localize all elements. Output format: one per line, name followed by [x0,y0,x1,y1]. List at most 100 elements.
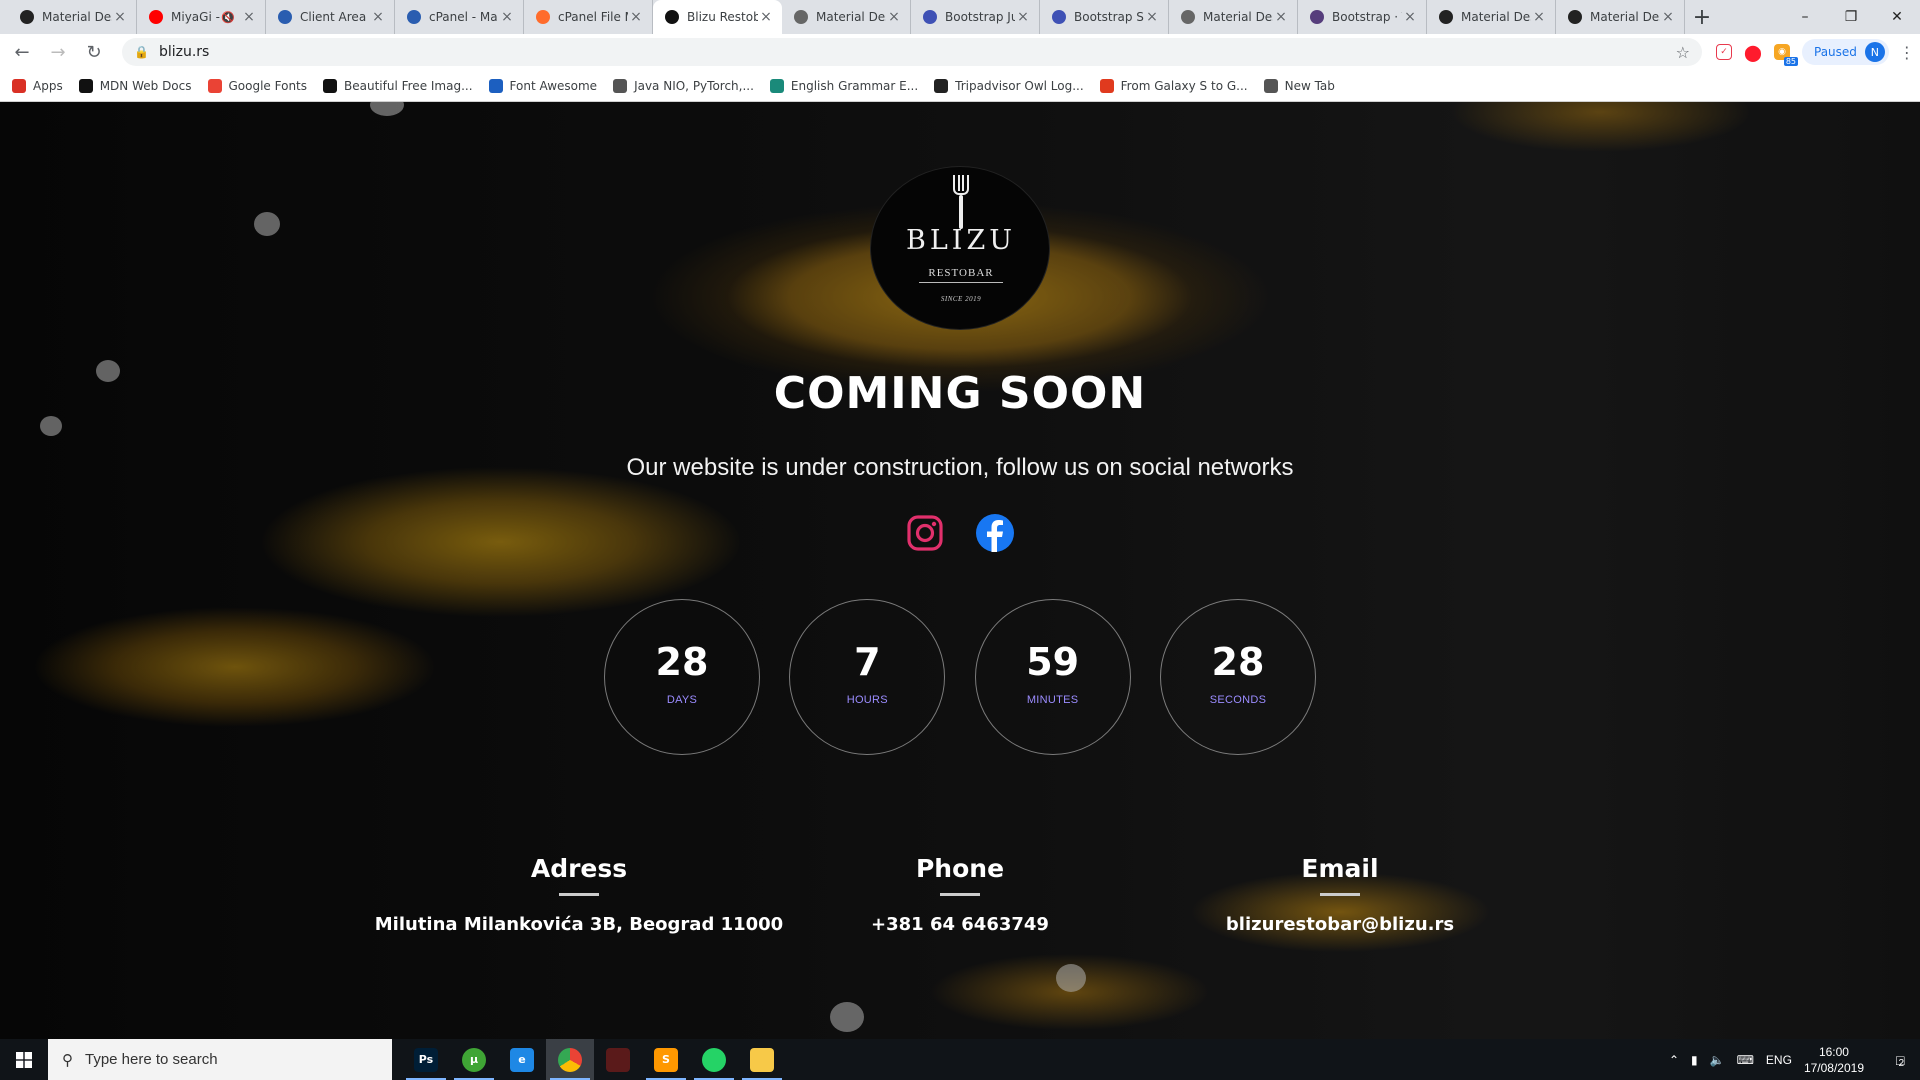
tab-close-icon[interactable]: × [1402,9,1418,25]
countdown-value: 28 [655,640,709,684]
taskbar-app-whatsapp[interactable] [690,1039,738,1080]
bookmark-item[interactable]: New Tab [1263,78,1335,93]
browser-tab[interactable]: Blizu Restob × [653,0,782,34]
taskbar-app-utorrent[interactable]: µ [450,1039,498,1080]
tab-favicon-icon [794,10,808,24]
tab-muted-icon[interactable]: 🔇 [221,11,235,24]
tab-close-icon[interactable]: × [886,9,902,25]
browser-tab[interactable]: Bootstrap · T × [1298,0,1427,34]
reload-button[interactable]: ↻ [80,38,108,66]
utorrent-icon: µ [462,1047,486,1072]
search-icon: ⚲ [62,1051,73,1069]
tab-favicon-icon [1052,10,1066,24]
taskbar-app-chrome[interactable] [546,1039,594,1080]
browser-tab[interactable]: Material Des × [782,0,911,34]
browser-tab[interactable]: Material Des × [1169,0,1298,34]
apps-grid-icon [12,78,26,93]
battery-icon[interactable]: ▮ [1691,1053,1698,1067]
tab-close-icon[interactable]: × [628,9,644,25]
tab-close-icon[interactable]: × [112,9,128,25]
keyboard-icon[interactable]: ⌨ [1737,1053,1754,1067]
browser-tab[interactable]: Material Des × [8,0,137,34]
tab-favicon-icon [923,10,937,24]
address-bar[interactable]: 🔒 blizu.rs ☆ [122,38,1702,66]
bookmark-item[interactable]: English Grammar E... [769,78,918,93]
window-controls: – ❐ ✕ [1782,0,1920,34]
logo-since: SINCE 2019 [940,295,982,303]
url-text[interactable]: blizu.rs [159,44,1676,60]
bookmark-favicon-icon [207,78,222,93]
start-button[interactable] [0,1039,48,1080]
tab-close-icon[interactable]: × [1273,9,1289,25]
tab-favicon-icon [1310,10,1324,24]
countdown-unit: DAYS [666,694,698,706]
browser-tab[interactable]: cPanel - Ma × [395,0,524,34]
extension-pocket-icon[interactable]: ✓ [1716,44,1732,60]
tab-title: Material Des [1203,10,1273,24]
language-indicator[interactable]: ENG [1766,1053,1792,1067]
browser-tab[interactable]: Material Des × [1556,0,1685,34]
contact-divider [559,893,599,896]
menu-dots-icon[interactable]: ⋮ [1899,43,1915,62]
restore-button[interactable]: ❐ [1828,0,1874,34]
tab-title: cPanel File M [558,10,628,24]
browser-tab[interactable]: Bootstrap Ju × [911,0,1040,34]
browser-tab[interactable]: cPanel File M × [524,0,653,34]
back-button[interactable]: ← [8,38,36,66]
tab-close-icon[interactable]: × [1660,9,1676,25]
browser-tab[interactable]: MiyaGi - 🔇 × [137,0,266,34]
notification-center-button[interactable]: □ 2 [1880,1039,1920,1080]
tab-close-icon[interactable]: × [1144,9,1160,25]
facebook-link[interactable] [975,513,1015,553]
bookmark-item[interactable]: Font Awesome [488,78,597,93]
bookmark-item[interactable]: From Galaxy S to G... [1099,78,1248,93]
bookmark-item[interactable]: Java NIO, PyTorch,... [613,78,754,93]
contact-value: Milutina Milankovića 3B, Beograd 11000 [374,914,784,935]
fork-icon [951,175,971,229]
browser-tab[interactable]: Material Des × [1427,0,1556,34]
browser-toolbar: ← → ↻ 🔒 blizu.rs ☆ ✓ ⬤ ◉ 85 Paused N ⋮ [0,34,1920,70]
taskbar-app-edge[interactable]: e [498,1039,546,1080]
social-links [905,513,1015,553]
forward-button[interactable]: → [44,38,72,66]
extension-opera-icon[interactable]: ⬤ [1742,41,1764,63]
bookmark-item[interactable]: MDN Web Docs [78,78,192,93]
logo-subtitle: RESTOBAR [928,267,994,279]
browser-tab[interactable]: Client Area - × [266,0,395,34]
tab-close-icon[interactable]: × [499,9,515,25]
clock[interactable]: 16:00 17/08/2019 [1804,1044,1864,1076]
extension-rss-icon[interactable]: ◉ 85 [1774,44,1798,66]
bookmark-item[interactable]: Google Fonts [207,78,307,93]
windows-taskbar: ⚲ Type here to search Ps µ e S ⌃ ▮ 🔈 ⌨ ENG … [0,1039,1920,1080]
chevron-up-icon[interactable]: ⌃ [1669,1053,1679,1067]
bookmark-item[interactable]: Beautiful Free Imag... [323,78,473,93]
profile-paused-button[interactable]: Paused N [1802,39,1889,65]
close-window-button[interactable]: ✕ [1874,0,1920,34]
tab-close-icon[interactable]: × [758,9,774,25]
tab-close-icon[interactable]: × [1531,9,1547,25]
photoshop-icon: Ps [414,1047,438,1072]
taskbar-app-photoshop[interactable]: Ps [402,1039,450,1080]
volume-icon[interactable]: 🔈 [1710,1053,1725,1067]
new-tab-button[interactable]: + [1685,0,1719,34]
windows-logo-icon [16,1051,32,1068]
taskbar-app-file-explorer[interactable] [738,1039,786,1080]
taskbar-app-sublime[interactable]: S [642,1039,690,1080]
bookmark-favicon-icon [1099,78,1114,93]
browser-tab[interactable]: Bootstrap St × [1040,0,1169,34]
instagram-link[interactable] [905,513,945,553]
tab-favicon-icon [1568,10,1582,24]
taskbar-app-app-red[interactable] [594,1039,642,1080]
contact-value[interactable]: blizurestobar@blizu.rs [1130,914,1550,935]
avatar: N [1864,42,1885,62]
tab-close-icon[interactable]: × [1015,9,1031,25]
bookmark-favicon-icon [934,78,949,93]
minimize-button[interactable]: – [1782,0,1828,34]
bookmark-item[interactable]: Apps [12,78,63,93]
chrome-icon [558,1047,582,1072]
tab-close-icon[interactable]: × [370,9,386,25]
tab-close-icon[interactable]: × [241,9,257,25]
bookmark-star-icon[interactable]: ☆ [1676,43,1690,62]
bookmark-item[interactable]: Tripadvisor Owl Log... [934,78,1084,93]
taskbar-search[interactable]: ⚲ Type here to search [48,1039,392,1080]
